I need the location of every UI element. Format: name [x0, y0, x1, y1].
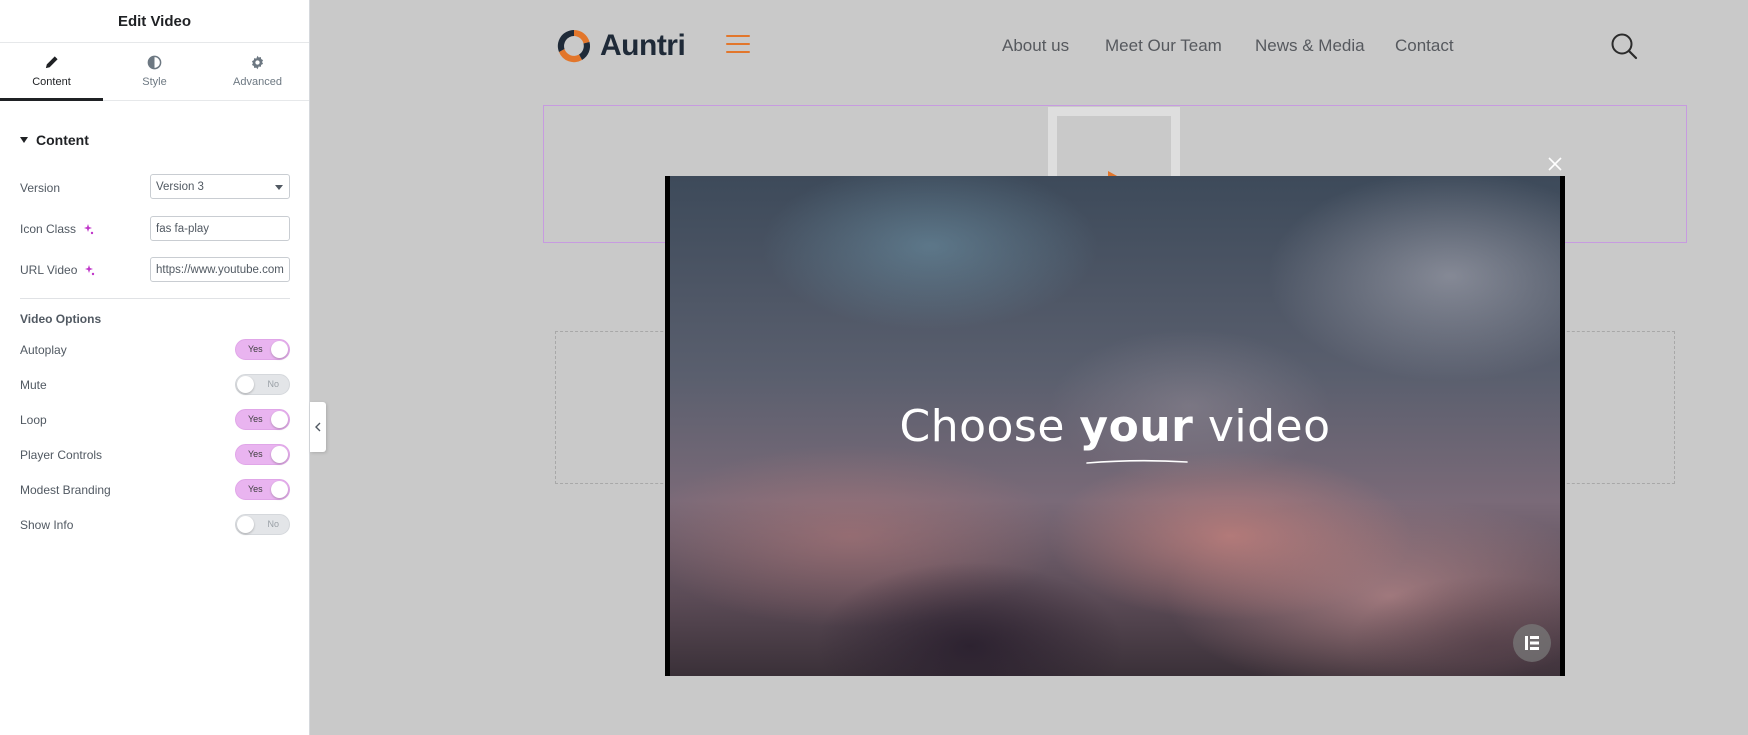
nav-news-media[interactable]: News & Media	[1255, 36, 1365, 56]
toggle-knob	[237, 516, 254, 533]
video-lightbox[interactable]: Choose your video	[665, 176, 1565, 676]
nav-contact[interactable]: Contact	[1395, 36, 1454, 56]
editor-panel: Edit Video Content Style Advanced Conten…	[0, 0, 310, 735]
toggle-knob	[271, 481, 288, 498]
mute-label: Mute	[20, 378, 47, 392]
panel-title: Edit Video	[0, 0, 309, 43]
toggle-knob	[237, 376, 254, 393]
divider	[20, 298, 290, 299]
loop-label: Loop	[20, 413, 47, 427]
tab-content[interactable]: Content	[0, 43, 103, 101]
nav-meet-our-team[interactable]: Meet Our Team	[1105, 36, 1222, 56]
modest-branding-label: Modest Branding	[20, 483, 111, 497]
version-label-text: Version	[20, 181, 61, 195]
url-video-input[interactable]	[150, 257, 290, 282]
section-title: Content	[36, 132, 89, 148]
tab-style[interactable]: Style	[103, 43, 206, 100]
toggle-knob	[271, 341, 288, 358]
autoplay-toggle-state: Yes	[248, 344, 263, 354]
version-label: Version	[20, 181, 60, 195]
player-controls-label: Player Controls	[20, 448, 103, 462]
show-info-toggle-state: No	[267, 519, 279, 529]
loop-toggle-state: Yes	[248, 414, 263, 424]
logo-text: Auntri	[600, 29, 686, 62]
version-select[interactable]: Version 3	[150, 174, 290, 199]
version-select-value: Version 3	[156, 180, 204, 193]
show-info-label: Show Info	[20, 518, 74, 532]
tab-advanced[interactable]: Advanced	[206, 43, 309, 100]
player-controls-toggle-state: Yes	[248, 449, 263, 459]
video-title-bold: your	[1079, 401, 1194, 452]
hamburger-menu-icon[interactable]	[726, 35, 750, 53]
panel-tabs: Content Style Advanced	[0, 43, 309, 101]
video-title-prefix: Choose	[899, 401, 1080, 452]
underline-swoosh	[1086, 459, 1188, 464]
dynamic-tags-icon[interactable]	[83, 264, 95, 276]
elementor-logo-icon[interactable]	[1513, 624, 1551, 662]
autoplay-label: Autoplay	[20, 343, 67, 357]
dynamic-tags-icon[interactable]	[82, 223, 94, 235]
show-info-toggle[interactable]: No	[235, 514, 290, 535]
url-video-label-text: URL Video	[20, 263, 78, 277]
tab-style-label: Style	[142, 76, 167, 88]
tab-advanced-label: Advanced	[233, 76, 282, 88]
autoplay-toggle[interactable]: Yes	[235, 339, 290, 360]
icon-class-input[interactable]	[150, 216, 290, 241]
loop-toggle[interactable]: Yes	[235, 409, 290, 430]
caret-down-icon	[20, 137, 28, 143]
video-options-heading: Video Options	[20, 312, 102, 326]
modest-branding-toggle[interactable]: Yes	[235, 479, 290, 500]
gear-logo-icon	[557, 29, 591, 63]
elementor-e-icon	[1525, 636, 1539, 650]
pencil-icon	[45, 56, 58, 69]
url-video-label: URL Video	[20, 263, 95, 277]
icon-class-label: Icon Class	[20, 222, 94, 236]
section-toggle-content[interactable]: Content	[20, 132, 89, 148]
nav-about-us[interactable]: About us	[1002, 36, 1069, 56]
icon-class-input-field[interactable]	[156, 222, 284, 235]
mute-toggle-state: No	[267, 379, 279, 389]
site-logo[interactable]: Auntri	[554, 26, 686, 66]
tab-content-label: Content	[32, 76, 71, 88]
search-icon[interactable]	[1610, 32, 1638, 60]
icon-class-label-text: Icon Class	[20, 222, 77, 236]
toggle-knob	[271, 446, 288, 463]
player-controls-toggle[interactable]: Yes	[235, 444, 290, 465]
close-icon[interactable]	[1546, 155, 1564, 173]
video-title-suffix: video	[1193, 401, 1331, 452]
half-circle-icon	[147, 55, 162, 70]
url-video-input-field[interactable]	[156, 263, 284, 276]
toggle-knob	[271, 411, 288, 428]
chevron-down-icon	[275, 185, 283, 190]
gear-icon	[251, 55, 264, 70]
video-title: Choose your video	[665, 401, 1565, 452]
mute-toggle[interactable]: No	[235, 374, 290, 395]
modest-branding-toggle-state: Yes	[248, 484, 263, 494]
